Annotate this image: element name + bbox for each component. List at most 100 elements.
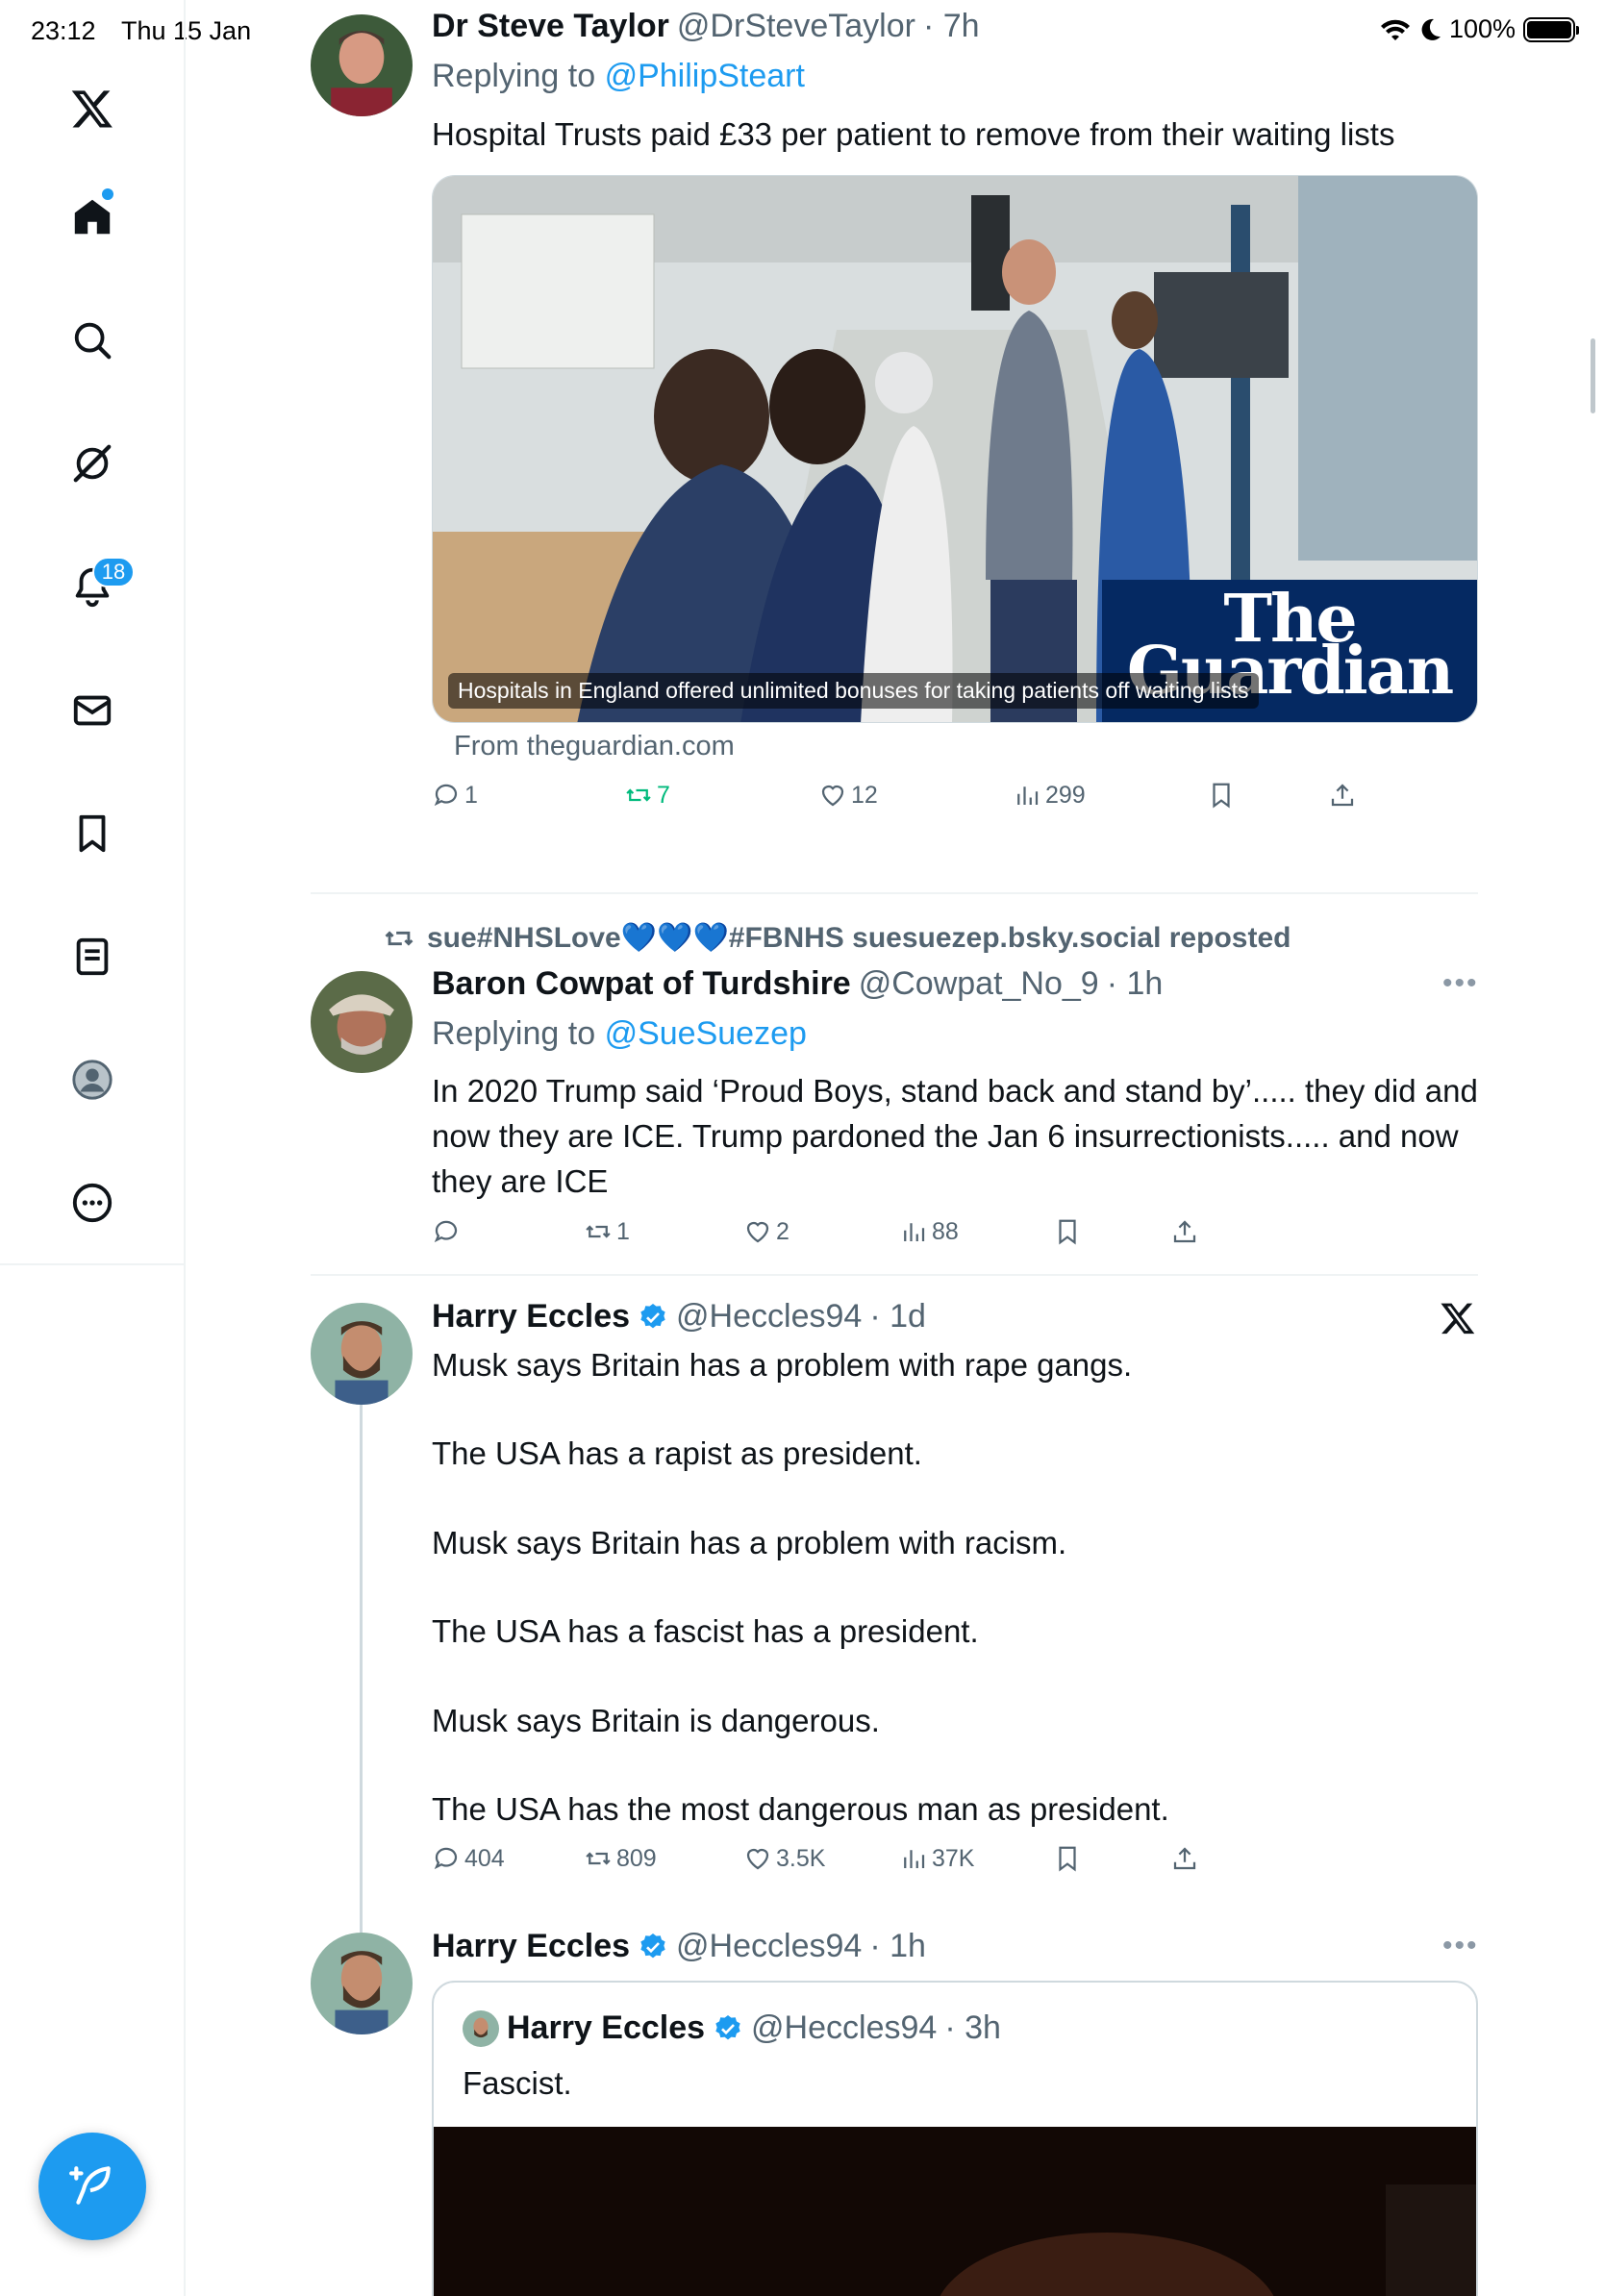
handle[interactable]: @Cowpat_No_9 — [859, 965, 1099, 1003]
reply-button[interactable]: 404 — [432, 1844, 505, 1873]
share-button[interactable] — [1328, 781, 1357, 810]
bookmarks-icon[interactable] — [58, 799, 127, 868]
avatar[interactable] — [311, 1933, 413, 2034]
compose-post-button[interactable] — [38, 2133, 146, 2240]
reposted-by[interactable]: sue#NHSLove💙💙💙#FBNHS suesuezep.bsky.soci… — [427, 921, 1291, 955]
card-source[interactable]: From theguardian.com — [454, 731, 735, 762]
tweet-header: Baron Cowpat of Turdshire @Cowpat_No_9 ·… — [432, 965, 1163, 1003]
status-right: 100% — [1380, 14, 1579, 44]
reply-context: Replying to @PhilipSteart — [432, 58, 805, 95]
repost-context: sue#NHSLove💙💙💙#FBNHS suesuezep.bsky.soci… — [383, 921, 1291, 955]
reply-to-link[interactable]: @SueSuezep — [605, 1015, 807, 1052]
view-count: 299 — [1045, 781, 1086, 809]
reply-prefix: Replying to — [432, 58, 596, 94]
reply-icon — [434, 784, 458, 807]
tweet-actions: 404 809 3.5K 37K — [432, 1844, 1480, 1883]
avatar[interactable] — [311, 1303, 413, 1405]
views-button[interactable]: 88 — [899, 1217, 959, 1246]
bookmark-icon — [1213, 783, 1230, 809]
bookmark-button[interactable] — [1053, 1217, 1082, 1246]
home-icon[interactable] — [58, 183, 127, 252]
verified-badge-icon — [715, 2014, 740, 2039]
like-count: 2 — [776, 1217, 789, 1245]
verified-badge-icon — [640, 1303, 665, 1328]
views-chart-icon — [1017, 786, 1039, 805]
profile-avatar-icon[interactable] — [58, 1045, 127, 1114]
wifi-icon — [1380, 19, 1410, 40]
timestamp[interactable]: · 7h — [923, 8, 980, 45]
repost-count: 809 — [616, 1844, 657, 1872]
scrollbar[interactable] — [1591, 338, 1595, 413]
like-button[interactable]: 12 — [818, 781, 878, 810]
more-options-icon[interactable]: ••• — [1442, 967, 1479, 1000]
battery-percent: 100% — [1448, 14, 1516, 43]
side-nav: 18 — [0, 0, 186, 2296]
views-chart-icon — [904, 1850, 925, 1868]
card-caption: Hospitals in England offered unlimited b… — [448, 673, 1259, 709]
verified-badge-icon — [640, 1933, 665, 1958]
display-name[interactable]: Harry Eccles — [432, 1928, 630, 1965]
avatar[interactable] — [311, 971, 413, 1073]
tweet-text: Hospital Trusts paid £33 per patient to … — [432, 116, 1395, 152]
repost-count: 7 — [657, 781, 670, 809]
views-button[interactable]: 37K — [899, 1844, 974, 1873]
tweet-divider — [311, 892, 1478, 894]
timestamp[interactable]: · 1d — [869, 1298, 926, 1335]
repost-icon — [385, 930, 414, 946]
messages-envelope-icon[interactable] — [58, 676, 127, 745]
share-button[interactable] — [1170, 1844, 1199, 1873]
share-icon — [1331, 784, 1354, 807]
display-name[interactable]: Harry Eccles — [432, 1298, 630, 1335]
share-icon — [1173, 1220, 1196, 1243]
quoted-tweet-header: Harry Eccles @Heccles94 · 3h — [463, 2009, 1001, 2047]
share-button[interactable] — [1170, 1217, 1199, 1246]
quoted-tweet[interactable]: Harry Eccles @Heccles94 · 3h Fascist. — [432, 1981, 1478, 2296]
reply-icon — [434, 1847, 458, 1870]
tweet-header: Dr Steve Taylor @DrSteveTaylor · 7h — [432, 8, 980, 45]
lists-icon[interactable] — [58, 922, 127, 991]
x-logo-icon[interactable] — [58, 74, 127, 143]
handle[interactable]: @Heccles94 — [676, 1928, 862, 1965]
view-count: 37K — [932, 1844, 975, 1872]
reply-context: Replying to @SueSuezep — [432, 1015, 807, 1053]
display-name[interactable]: Baron Cowpat of Turdshire — [432, 965, 851, 1003]
repost-button[interactable]: 1 — [584, 1217, 630, 1246]
repost-count: 1 — [616, 1217, 630, 1245]
handle[interactable]: @Heccles94 — [676, 1298, 862, 1335]
bookmark-button[interactable] — [1207, 781, 1236, 810]
repost-button[interactable]: 7 — [624, 781, 670, 810]
avatar[interactable] — [311, 14, 413, 116]
more-options-icon[interactable] — [58, 1168, 127, 1237]
display-name[interactable]: Dr Steve Taylor — [432, 8, 669, 45]
bookmark-icon — [1059, 1846, 1076, 1872]
like-button[interactable]: 2 — [743, 1217, 789, 1246]
quoted-media[interactable] — [434, 2127, 1476, 2296]
reply-button[interactable]: 1 — [432, 781, 478, 810]
timestamp[interactable]: · 1h — [1107, 965, 1164, 1003]
quoted-avatar — [463, 2009, 499, 2047]
link-card[interactable]: The Guardian Hospitals in England offere… — [432, 175, 1478, 723]
views-button[interactable]: 299 — [1013, 781, 1086, 810]
battery-icon — [1523, 16, 1579, 42]
handle[interactable]: @DrSteveTaylor — [677, 8, 915, 45]
reply-to-link[interactable]: @PhilipSteart — [605, 58, 805, 94]
like-button[interactable]: 3.5K — [743, 1844, 825, 1873]
more-options-icon[interactable]: ••• — [1442, 1930, 1479, 1962]
bookmark-button[interactable] — [1053, 1844, 1082, 1873]
x-source-icon[interactable] — [1440, 1300, 1476, 1336]
like-count: 12 — [851, 781, 878, 809]
grok-icon[interactable] — [58, 429, 127, 498]
repost-button[interactable]: 809 — [584, 1844, 657, 1873]
timestamp[interactable]: · 1h — [869, 1928, 926, 1965]
reply-button[interactable] — [432, 1217, 464, 1246]
views-chart-icon — [904, 1223, 925, 1241]
search-icon[interactable] — [58, 306, 127, 375]
quoted-display-name: Harry Eccles — [507, 2009, 706, 2046]
quoted-timestamp: · 3h — [944, 2009, 1001, 2046]
repost-icon — [586, 1852, 611, 1865]
tweet-divider — [311, 1274, 1478, 1276]
tweet-text: Musk says Britain has a problem with rap… — [432, 1347, 1169, 1828]
notification-count-badge: 18 — [92, 557, 135, 587]
quoted-tweet-text: Fascist. — [463, 2065, 572, 2101]
tweet-header: Harry Eccles @Heccles94 · 1d — [432, 1298, 926, 1335]
